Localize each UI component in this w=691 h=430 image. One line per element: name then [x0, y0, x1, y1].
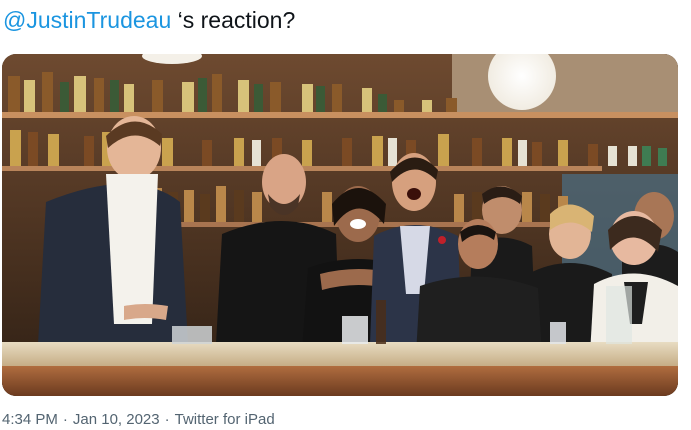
tweet-photo[interactable] [2, 54, 678, 396]
bar-group-photo [2, 54, 678, 396]
tweet-source[interactable]: Twitter for iPad [175, 411, 275, 428]
bar-counter-front [2, 366, 678, 396]
separator-dot: · [164, 411, 170, 428]
lapel-poppy [438, 236, 446, 244]
tweet-time[interactable]: 4:34 PM [2, 411, 58, 428]
mention-link[interactable]: @JustinTrudeau [3, 7, 171, 33]
tweet-date[interactable]: Jan 10, 2023 [73, 411, 160, 428]
separator-dot: · [62, 411, 68, 428]
tweet-body: ‘s reaction? [171, 7, 296, 33]
tweet-footer: 4:34 PM · Jan 10, 2023 · Twitter for iPad [2, 410, 275, 430]
shelf [2, 112, 678, 118]
tweet-text: @JustinTrudeau ‘s reaction? [3, 4, 295, 36]
bar-counter-top [2, 342, 678, 366]
